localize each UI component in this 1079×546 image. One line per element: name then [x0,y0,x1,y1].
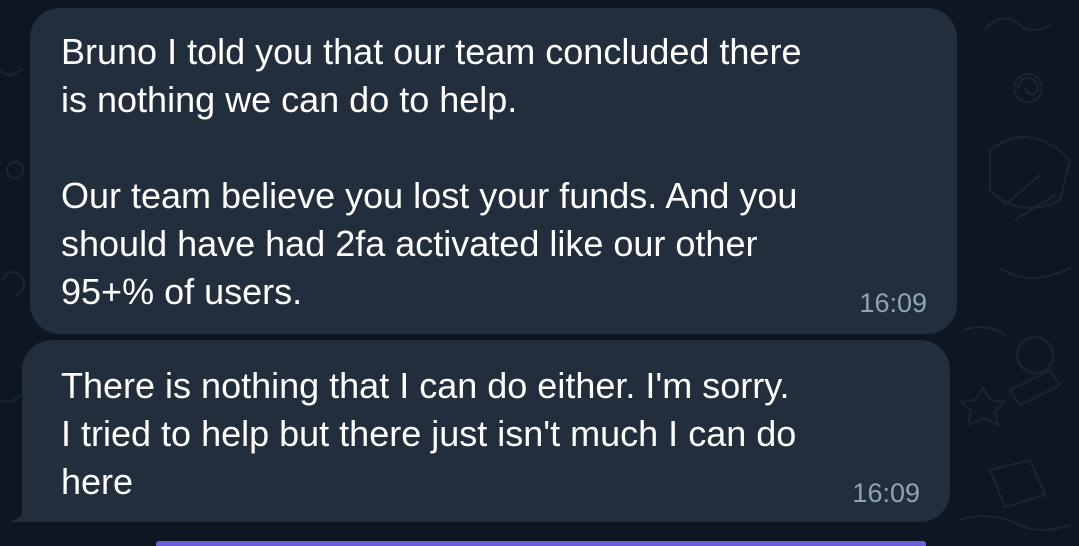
accent-bar [156,541,926,546]
message-text-line: should have had 2fa activated like our o… [61,223,758,264]
incoming-message-bubble[interactable]: There is nothing that I can do either. I… [22,340,950,522]
incoming-message-bubble[interactable]: Bruno I told you that our team concluded… [30,8,957,334]
message-timestamp: 16:09 [859,288,927,318]
message-text-line: There is nothing that I can do either. I… [61,365,790,406]
message-text-line: is nothing we can do to help. [61,79,518,120]
message-text-line: 95+% of users. [61,271,303,312]
message-text-line: here [61,461,134,502]
message-text-line: I tried to help but there just isn't muc… [61,413,797,454]
message-text-line: Bruno I told you that our team concluded… [61,31,802,72]
message-bubble-tail [10,500,38,522]
message-text-line: Our team believe you lost your funds. An… [61,175,798,216]
message-timestamp: 16:09 [852,478,920,508]
